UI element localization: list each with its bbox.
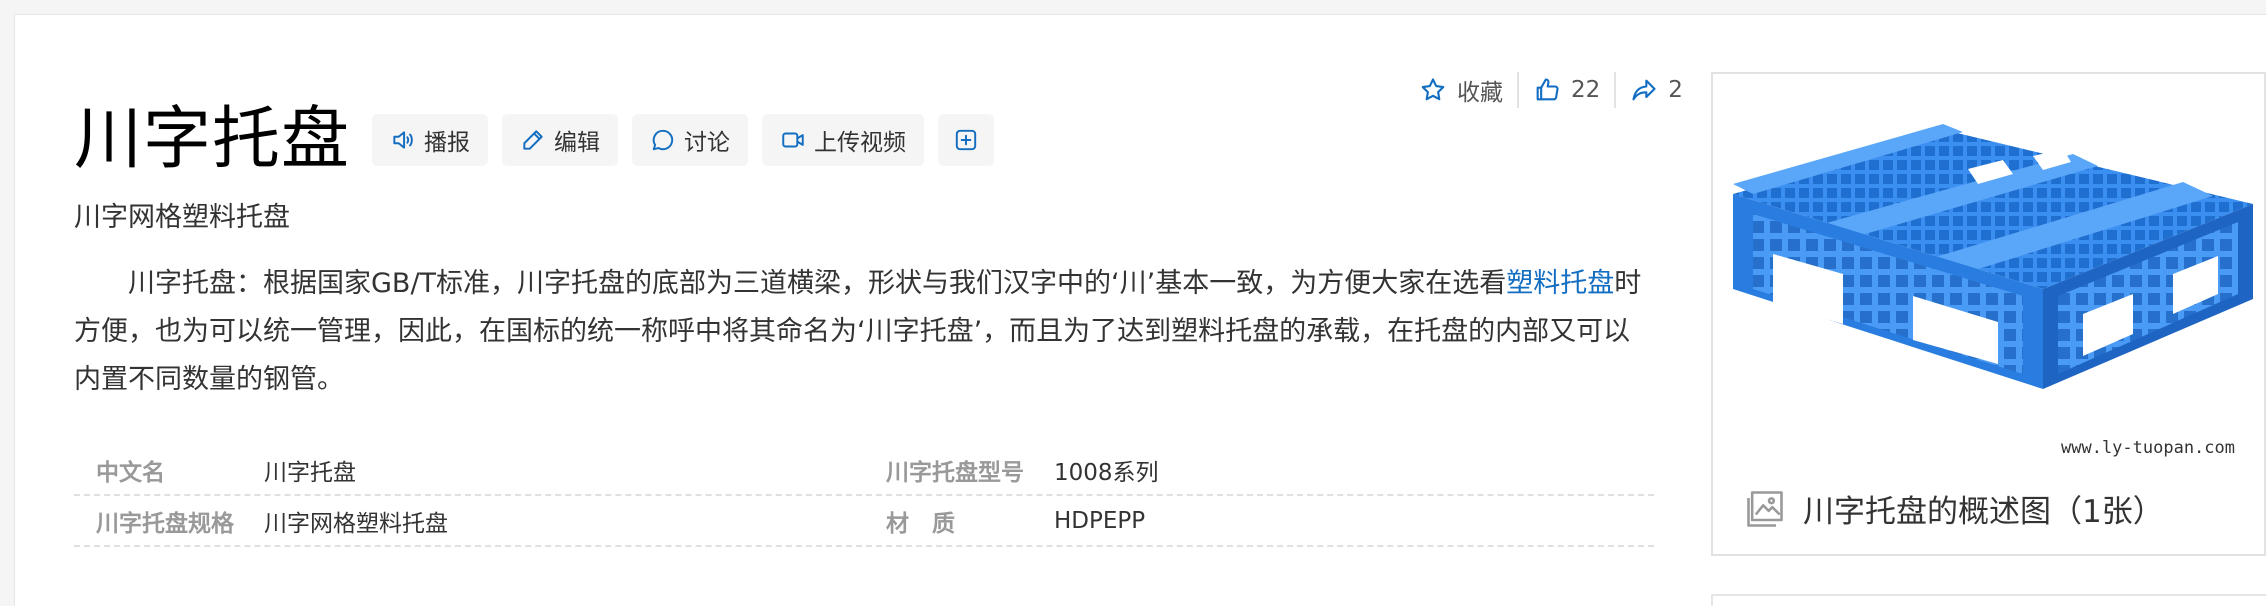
edit-button[interactable]: 编辑 xyxy=(502,114,619,166)
favorite-button[interactable]: 收藏 xyxy=(1405,73,1517,107)
upload-video-label: 上传视频 xyxy=(814,130,907,156)
album-caption-text: 川字托盘的概述图（1张） xyxy=(1803,494,2164,530)
info-value: HDPEPP xyxy=(1054,507,1146,534)
broadcast-label: 播报 xyxy=(424,130,471,156)
favorite-label: 收藏 xyxy=(1457,80,1503,106)
like-button[interactable]: 22 xyxy=(1519,76,1614,104)
basic-info-table: 中文名 川字托盘 川字托盘型号 1008系列 川字托盘规格 川字网格塑料托盘 材… xyxy=(74,445,1654,547)
star-icon xyxy=(1421,78,1445,101)
info-name: 材 质 xyxy=(886,510,955,537)
info-row: 川字托盘规格 川字网格塑料托盘 材 质 HDPEPP xyxy=(74,496,1654,547)
image-watermark: www.ly-tuopan.com xyxy=(2061,438,2235,458)
info-row: 中文名 川字托盘 川字托盘型号 1008系列 xyxy=(74,445,1654,496)
upload-video-button[interactable]: 上传视频 xyxy=(762,114,925,166)
info-value: 川字网格塑料托盘 xyxy=(264,510,448,537)
album-caption[interactable]: 川字托盘的概述图（1张） xyxy=(1743,486,2164,531)
speaker-icon xyxy=(393,131,413,149)
title-row: 川字托盘 播报 编辑 讨论 上传视频 xyxy=(74,100,995,180)
edit-label: 编辑 xyxy=(554,130,601,156)
page-title: 川字托盘 xyxy=(74,100,351,179)
pallet-image[interactable] xyxy=(1713,74,2264,464)
lemma-summary: 川字托盘：根据国家GB/T标准，川字托盘的底部为三道横梁，形状与我们汉字中的‘川… xyxy=(74,260,1654,404)
add-button[interactable] xyxy=(938,114,995,166)
plus-box-icon xyxy=(955,129,977,151)
summary-text: 川字托盘：根据国家GB/T标准，川字托盘的底部为三道横梁，形状与我们汉字中的‘川… xyxy=(128,268,1507,299)
broadcast-button[interactable]: 播报 xyxy=(372,114,489,166)
like-count: 22 xyxy=(1571,77,1601,103)
side-card xyxy=(1711,594,2266,606)
video-camera-icon xyxy=(782,132,804,148)
share-count: 2 xyxy=(1668,77,1683,103)
discuss-button[interactable]: 讨论 xyxy=(632,114,749,166)
pencil-icon xyxy=(523,130,543,150)
chat-bubble-icon xyxy=(652,129,674,151)
image-gallery-icon xyxy=(1747,490,1783,527)
info-name: 中文名 xyxy=(96,459,165,486)
info-value: 1008系列 xyxy=(1054,459,1159,486)
thumbs-up-icon xyxy=(1536,78,1559,101)
page-actions: 收藏 22 2 xyxy=(1405,72,1697,108)
discuss-label: 讨论 xyxy=(684,130,731,156)
share-button[interactable]: 2 xyxy=(1616,76,1697,104)
info-name: 川字托盘规格 xyxy=(96,510,234,537)
info-name: 川字托盘型号 xyxy=(886,459,1024,486)
summary-link-plastic-pallet[interactable]: 塑料托盘 xyxy=(1506,268,1614,299)
summary-album[interactable]: www.ly-tuopan.com 川字托盘的概述图（1张） xyxy=(1711,72,2266,556)
page-subtitle: 川字网格塑料托盘 xyxy=(74,202,290,233)
share-icon xyxy=(1632,79,1656,101)
info-value: 川字托盘 xyxy=(264,459,356,486)
